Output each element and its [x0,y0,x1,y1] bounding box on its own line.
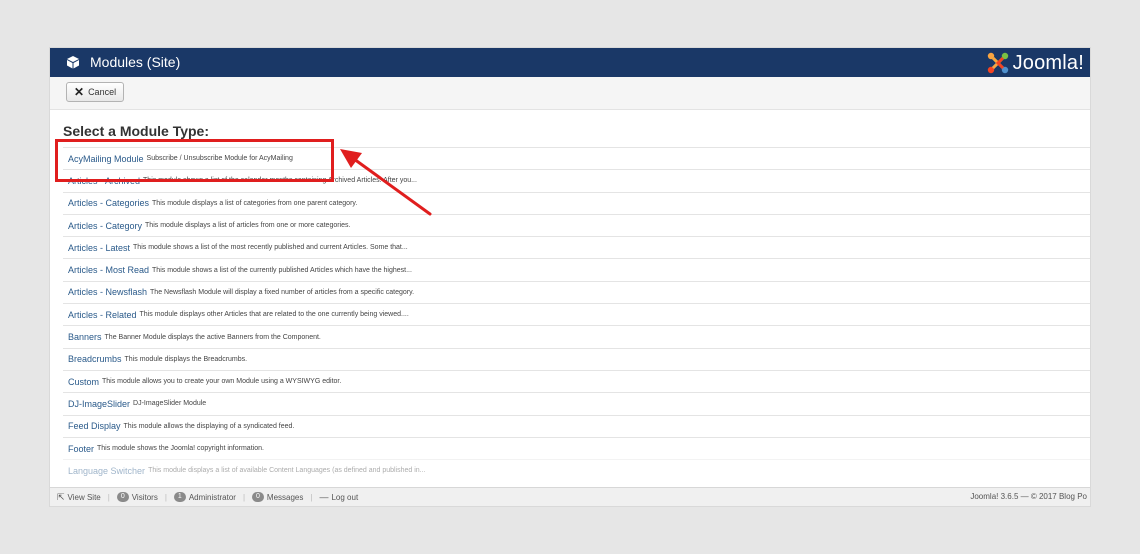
messages-link[interactable]: 0 Messages [252,492,303,502]
module-description: This module displays a list of available… [148,467,426,475]
module-row[interactable]: Articles - Category This module displays … [63,213,1090,236]
module-name-link[interactable]: Footer [68,444,94,454]
visitors-link[interactable]: 0 Visitors [116,492,158,502]
module-description: This module shows the Joomla! copyright … [97,445,264,452]
module-name-link[interactable]: Articles - Newsflash [68,287,147,297]
joomla-logo: Joomla! [986,50,1084,75]
separator: | [242,492,246,502]
module-row[interactable]: Breadcrumbs This module displays the Brea… [63,347,1090,370]
module-name-link[interactable]: Articles - Related [68,310,137,320]
module-name-link[interactable]: Articles - Categories [68,198,149,208]
separator: | [107,492,110,502]
module-row[interactable]: Articles - Related This module displays o… [63,303,1090,325]
module-row[interactable]: Articles - Newsflash The Newsflash Module… [63,280,1090,303]
module-name-link[interactable]: Breadcrumbs [68,354,122,364]
module-description: DJ-ImageSlider Module [133,400,207,408]
messages-badge: 0 [252,492,264,502]
cancel-button[interactable]: ✕ Cancel [66,82,124,102]
module-description: This module shows a list of the currentl… [152,266,412,274]
module-description: This module displays the Breadcrumbs. [124,355,248,363]
module-name-link[interactable]: Articles - Most Read [68,265,149,275]
module-description: This module displays a list of articles … [145,222,351,230]
module-name-link[interactable]: Articles - Latest [68,243,130,253]
administrator-link[interactable]: 1 Administrator [173,492,236,502]
version-copyright: Joomla! 3.6.5 — © 2017 Blog Po [970,492,1087,501]
visitors-badge: 0 [116,492,129,502]
admin-window: Modules (Site) Joomla! ✕ Cancel Select a… [50,48,1090,506]
cancel-button-label: Cancel [88,87,117,97]
external-link-icon: ⇱ [57,491,65,502]
logout-link[interactable]: — Log out [319,492,358,502]
separator: | [164,492,167,502]
joomla-wordmark: Joomla! [1012,51,1084,74]
module-description: This module shows a list of the most rec… [133,244,408,252]
minus-icon: — [319,492,329,502]
module-description: The Newsflash Module will display a fixe… [150,288,415,296]
page-header: Modules (Site) Joomla! [50,48,1090,77]
module-row[interactable]: DJ-ImageSlider DJ-ImageSlider Module [63,392,1090,414]
module-description: The Banner Module displays the active Ba… [104,333,321,341]
module-row[interactable]: Articles - Latest This module shows a lis… [63,236,1090,258]
highlight-box [55,139,334,182]
separator: | [310,492,313,502]
close-icon: ✕ [74,85,85,99]
module-description: This module displays other Articles that… [139,311,409,319]
cube-icon [67,56,79,69]
page-title: Modules (Site) [90,54,181,70]
status-bar: ⇱ View Site | 0 Visitors | 1 Administrat… [50,487,1090,506]
module-row[interactable]: Language Switcher This module displays a … [63,459,1090,481]
module-name-link[interactable]: Language Switcher [68,466,145,476]
view-site-link[interactable]: ⇱ View Site [57,492,101,503]
messages-label: Messages [266,492,304,502]
module-row[interactable]: Feed Display This module allows the displ… [63,414,1090,437]
toolbar: ✕ Cancel [50,77,1090,110]
module-row[interactable]: Banners The Banner Module displays the ac… [63,325,1090,347]
module-description: This module allows you to create your ow… [102,378,342,386]
visitors-label: Visitors [131,492,158,502]
section-title: Select a Module Type: [63,123,209,139]
view-site-label: View Site [67,492,101,502]
module-description: This module allows the displaying of a s… [123,422,295,430]
module-row[interactable]: Articles - Most Read This module shows a … [63,258,1090,280]
administrator-label: Administrator [188,492,236,502]
module-name-link[interactable]: Feed Display [68,421,121,431]
joomla-logo-icon [987,52,1008,73]
administrator-badge: 1 [173,492,186,502]
module-description: This module displays a list of categorie… [152,199,358,207]
module-row[interactable]: Custom This module allows you to create y… [63,369,1090,392]
module-row[interactable]: Footer This module shows the Joomla! copy… [63,436,1090,459]
module-name-link[interactable]: Articles - Category [68,221,142,231]
module-name-link[interactable]: Custom [68,377,99,387]
annotation-arrow-icon [340,149,432,216]
module-row[interactable]: Articles - Categories This module display… [63,191,1090,214]
module-name-link[interactable]: DJ-ImageSlider [68,399,130,409]
logout-label: Log out [331,492,359,502]
module-type-list: AcyMailing Module Subscribe / Unsubscribe… [63,147,1090,481]
module-name-link[interactable]: Banners [68,332,102,342]
